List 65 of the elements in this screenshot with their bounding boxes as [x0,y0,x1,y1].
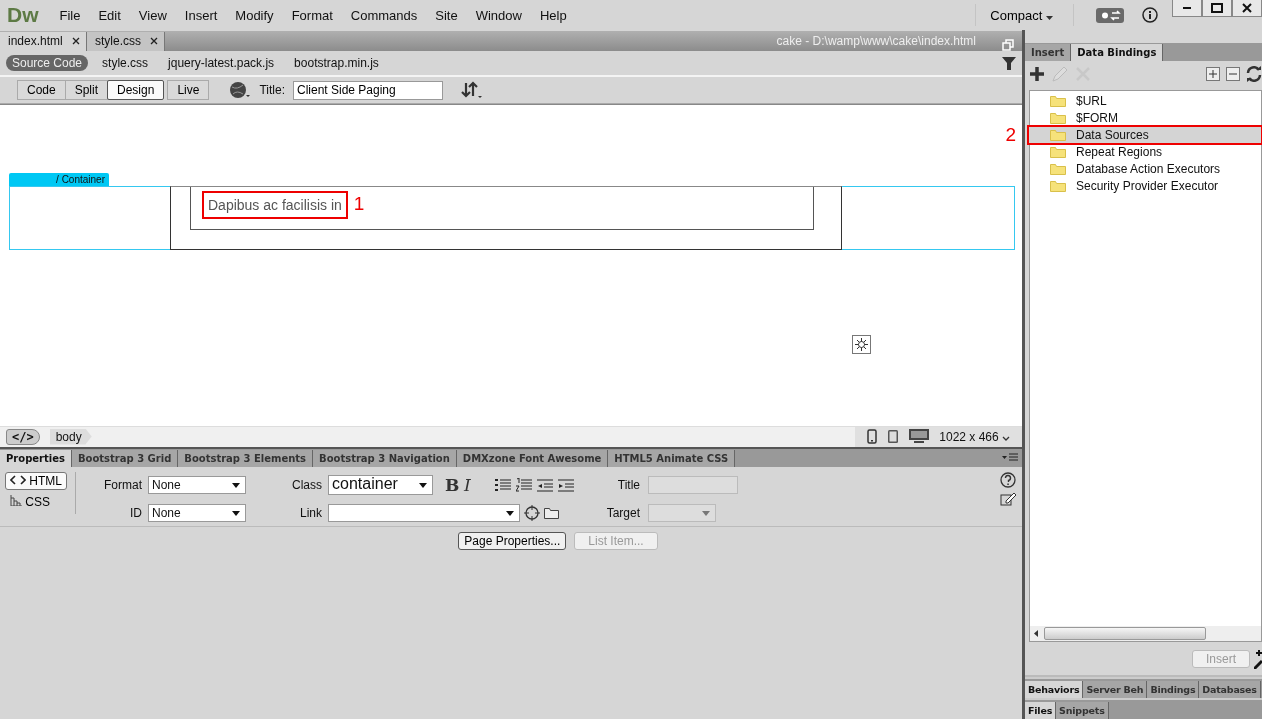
view-button[interactable]: Design [107,80,165,100]
callout-number: 2 [1005,124,1016,146]
tree-item[interactable]: Repeat Regions [1076,144,1261,161]
related-file[interactable]: Source Code [6,55,89,71]
panel-tab[interactable]: Files [1025,702,1057,719]
target-label: Target [605,506,641,521]
italic-button[interactable]: I [464,474,479,495]
panel-tab[interactable]: HTML5 Animate CSS [608,449,736,467]
id-dropdown[interactable]: None [148,504,246,523]
document-tab[interactable]: style.css [87,32,166,51]
menu-item[interactable]: File [50,7,90,23]
menu-item[interactable]: Insert [175,7,227,23]
callout-number: 1 [353,193,365,215]
panel-tab[interactable]: Data Bindings [1071,43,1164,61]
bold-button[interactable]: B [445,474,460,495]
related-file[interactable]: bootstrap.min.js [288,55,385,71]
css-mode-button[interactable]: CSS [5,492,67,511]
app-logo: Dw [6,3,40,27]
menu-item[interactable]: Help [530,7,576,23]
view-button[interactable]: Split [64,80,109,100]
tree-item[interactable]: Security Provider Executor [1076,178,1261,195]
title-label: Title: [259,83,285,97]
container-tag[interactable]: / Container [9,173,109,186]
code-navigator-button[interactable]: </> [6,428,40,445]
menu-item[interactable]: Format [282,7,342,23]
menu-item[interactable]: View [129,7,176,23]
related-file[interactable]: jquery-latest.pack.js [162,55,281,71]
panel-tab[interactable]: Behaviors [1025,681,1084,699]
document-path: cake - D:\wamp\www\cake\index.html [776,34,976,48]
menu-item[interactable]: Modify [226,7,283,23]
class-dropdown[interactable]: container [328,474,434,495]
title-label: Title [616,477,641,492]
html-mode-button[interactable]: HTML [5,471,67,490]
panel-tab[interactable]: Snippets [1056,702,1109,719]
panel-tab[interactable]: Bootstrap 3 Navigation [313,449,457,467]
panel-tab[interactable]: Properties [0,449,72,467]
panel-tab[interactable]: Server Beh [1083,681,1148,699]
panel-tab[interactable]: Bootstrap 3 Grid [71,449,179,467]
tag-selector-item[interactable]: body [49,428,92,445]
menu-item[interactable]: Commands [341,7,427,23]
view-button[interactable]: Live [167,80,210,100]
document-tab[interactable]: index.html [0,32,88,51]
link-label: Link [299,506,323,521]
workspace-dropdown[interactable]: Compact [975,4,1074,26]
view-button[interactable]: Code [17,80,66,100]
tree-item[interactable]: Data Sources [1029,127,1261,144]
menu-item[interactable]: Window [466,7,531,23]
panel-tab[interactable]: Insert [1025,43,1072,61]
page-properties-button[interactable]: Page Properties... [458,531,567,550]
tree-item[interactable]: $URL [1076,93,1261,110]
panel-tab[interactable]: Bootstrap 3 Elements [178,449,314,467]
class-label: Class [292,477,323,492]
list-item-text: Dapibus ac facilisis in [202,191,348,219]
title-field[interactable]: Client Side Paging [292,80,443,100]
menu-item[interactable]: Site [426,7,467,23]
id-label: ID [129,506,142,521]
related-file[interactable]: style.css [96,55,155,71]
menu-item[interactable]: Edit [89,7,130,23]
tree-item[interactable]: $FORM [1076,110,1261,127]
panel-tab[interactable]: Databases [1199,681,1261,699]
panel-tab[interactable]: DMXzone Font Awesome [456,449,609,467]
format-dropdown[interactable]: None [148,475,246,494]
format-label: Format [104,477,142,492]
panel-tab[interactable]: Bindings [1147,681,1200,699]
tree-item[interactable]: Database Action Executors [1076,161,1261,178]
